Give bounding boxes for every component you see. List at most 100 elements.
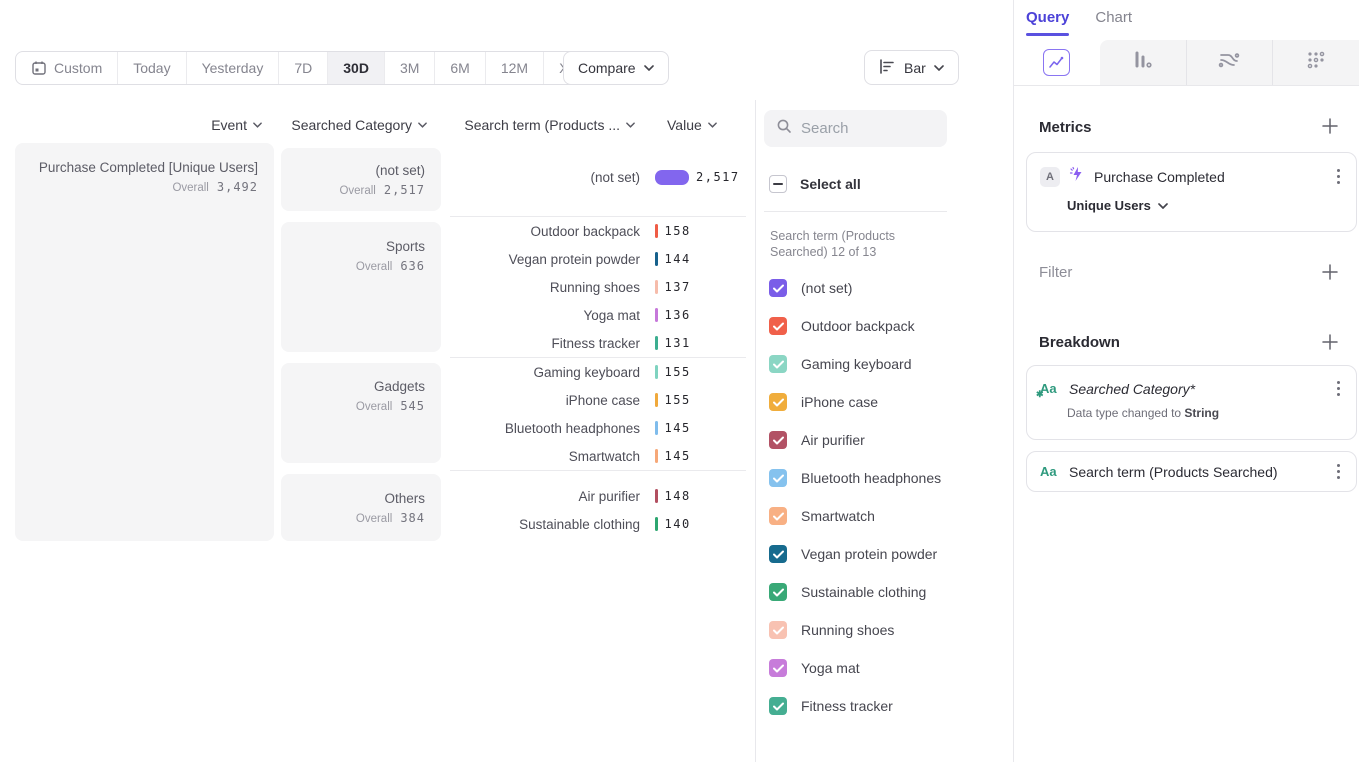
- term-label: Air purifier: [450, 489, 640, 504]
- column-header-label: Searched Category: [291, 117, 412, 133]
- legend-item[interactable]: Gaming keyboard: [769, 345, 941, 383]
- term-label: (not set): [450, 170, 640, 185]
- term-value-cell: 148: [655, 489, 691, 503]
- tab-insights-line-chart[interactable]: [1014, 40, 1100, 85]
- event-cell[interactable]: Purchase Completed [Unique Users] Overal…: [15, 143, 274, 541]
- legend-item[interactable]: Bluetooth headphones: [769, 459, 941, 497]
- term-value: 131: [665, 336, 691, 350]
- column-header-label: Event: [211, 117, 247, 133]
- date-range-segment[interactable]: 7D: [278, 52, 327, 84]
- series-checkbox[interactable]: [769, 583, 787, 601]
- term-value: 140: [665, 517, 691, 531]
- event-overall: Overall3,492: [29, 180, 258, 194]
- legend-item[interactable]: Yoga mat: [769, 649, 941, 687]
- date-range-label: Yesterday: [202, 60, 264, 76]
- tab-chart[interactable]: Chart: [1095, 9, 1132, 36]
- series-checkbox[interactable]: [769, 431, 787, 449]
- term-row[interactable]: Gaming keyboard 155: [450, 358, 746, 386]
- date-range-segment[interactable]: Custom: [16, 52, 117, 84]
- series-checkbox[interactable]: [769, 659, 787, 677]
- date-range-segment[interactable]: Yesterday: [186, 52, 279, 84]
- kebab-menu-icon[interactable]: [1333, 379, 1344, 398]
- category-cell[interactable]: Others Overall384: [281, 474, 441, 541]
- series-checkbox[interactable]: [769, 697, 787, 715]
- legend-item[interactable]: Smartwatch: [769, 497, 941, 535]
- column-header-searched-category[interactable]: Searched Category: [281, 117, 427, 133]
- legend-item-label: Outdoor backpack: [801, 318, 915, 334]
- date-range-segment[interactable]: 12M: [485, 52, 543, 84]
- metric-card[interactable]: A Purchase Completed Unique Users: [1026, 152, 1357, 232]
- select-all-label: Select all: [800, 176, 861, 192]
- tab-query[interactable]: Query: [1026, 9, 1069, 36]
- series-checkbox[interactable]: [769, 393, 787, 411]
- select-all-checkbox[interactable]: [769, 175, 787, 193]
- term-row[interactable]: (not set) 2,517: [450, 163, 746, 191]
- measure-dropdown[interactable]: Unique Users: [1067, 198, 1356, 213]
- legend-item[interactable]: Vegan protein powder: [769, 535, 941, 573]
- legend-item[interactable]: Outdoor backpack: [769, 307, 941, 345]
- legend-item-label: Vegan protein powder: [801, 546, 937, 562]
- date-range-label: 6M: [450, 60, 469, 76]
- term-label: Sustainable clothing: [450, 517, 640, 532]
- category-cell[interactable]: Gadgets Overall545: [281, 363, 441, 463]
- term-row[interactable]: Outdoor backpack 158: [450, 217, 746, 245]
- term-row[interactable]: Sustainable clothing 140: [450, 510, 746, 538]
- series-checkbox[interactable]: [769, 355, 787, 373]
- term-row[interactable]: Yoga mat 136: [450, 301, 746, 329]
- search-input[interactable]: [801, 120, 931, 137]
- add-filter-button[interactable]: [1321, 263, 1339, 281]
- term-value-cell: 155: [655, 365, 691, 379]
- chart-style-dropdown[interactable]: Bar: [864, 50, 959, 85]
- term-label: Vegan protein powder: [450, 252, 640, 267]
- term-row[interactable]: Air purifier 148: [450, 482, 746, 510]
- date-range-segment[interactable]: 3M: [384, 52, 434, 84]
- date-range-segment[interactable]: 6M: [434, 52, 484, 84]
- column-header-label: Search term (Products ...: [464, 117, 620, 133]
- legend-item[interactable]: iPhone case: [769, 383, 941, 421]
- legend-item[interactable]: (not set): [769, 269, 941, 307]
- value-bar: [655, 224, 658, 238]
- breakdown-card-search-term[interactable]: Aa Search term (Products Searched): [1026, 451, 1357, 492]
- category-cell[interactable]: (not set) Overall2,517: [281, 148, 441, 211]
- tab-bar-chart[interactable]: [1100, 40, 1186, 85]
- term-row[interactable]: Bluetooth headphones 145: [450, 414, 746, 442]
- column-header-search-term[interactable]: Search term (Products ...: [450, 117, 635, 133]
- legend-item[interactable]: Running shoes: [769, 611, 941, 649]
- series-checkbox[interactable]: [769, 621, 787, 639]
- date-range-segment[interactable]: 30D: [327, 52, 384, 84]
- legend-item-label: Smartwatch: [801, 508, 875, 524]
- term-group: (not set) 2,517: [450, 143, 746, 216]
- breakdown-card-searched-category[interactable]: Aa✱ Searched Category* Data type changed…: [1026, 365, 1357, 440]
- legend-item[interactable]: Fitness tracker: [769, 687, 941, 725]
- kebab-menu-icon[interactable]: [1333, 462, 1344, 481]
- series-checkbox[interactable]: [769, 545, 787, 563]
- column-header-value[interactable]: Value: [667, 117, 717, 133]
- term-row[interactable]: iPhone case 155: [450, 386, 746, 414]
- date-range-label: 3M: [400, 60, 419, 76]
- term-value: 155: [665, 365, 691, 379]
- legend-item-label: Air purifier: [801, 432, 865, 448]
- property-aa-icon: Aa: [1040, 465, 1060, 479]
- term-row[interactable]: Smartwatch 145: [450, 442, 746, 470]
- date-range-segment[interactable]: Today: [117, 52, 185, 84]
- legend-item-label: iPhone case: [801, 394, 878, 410]
- tab-flow-chart[interactable]: [1186, 40, 1273, 85]
- series-checkbox[interactable]: [769, 469, 787, 487]
- term-row[interactable]: Running shoes 137: [450, 273, 746, 301]
- term-value-cell: 158: [655, 224, 691, 238]
- term-row[interactable]: Vegan protein powder 144: [450, 245, 746, 273]
- category-cell[interactable]: Sports Overall636: [281, 222, 441, 352]
- series-checkbox[interactable]: [769, 317, 787, 335]
- term-row[interactable]: Fitness tracker 131: [450, 329, 746, 357]
- series-checkbox[interactable]: [769, 507, 787, 525]
- legend-item[interactable]: Air purifier: [769, 421, 941, 459]
- column-header-event[interactable]: Event: [15, 117, 262, 133]
- add-breakdown-button[interactable]: [1321, 333, 1339, 351]
- tab-metrics-grid[interactable]: [1272, 40, 1359, 85]
- select-all-row[interactable]: Select all: [769, 175, 861, 193]
- kebab-menu-icon[interactable]: [1333, 167, 1344, 186]
- series-checkbox[interactable]: [769, 279, 787, 297]
- legend-item[interactable]: Sustainable clothing: [769, 573, 941, 611]
- compare-button[interactable]: Compare: [563, 51, 669, 85]
- add-metric-button[interactable]: [1321, 117, 1339, 135]
